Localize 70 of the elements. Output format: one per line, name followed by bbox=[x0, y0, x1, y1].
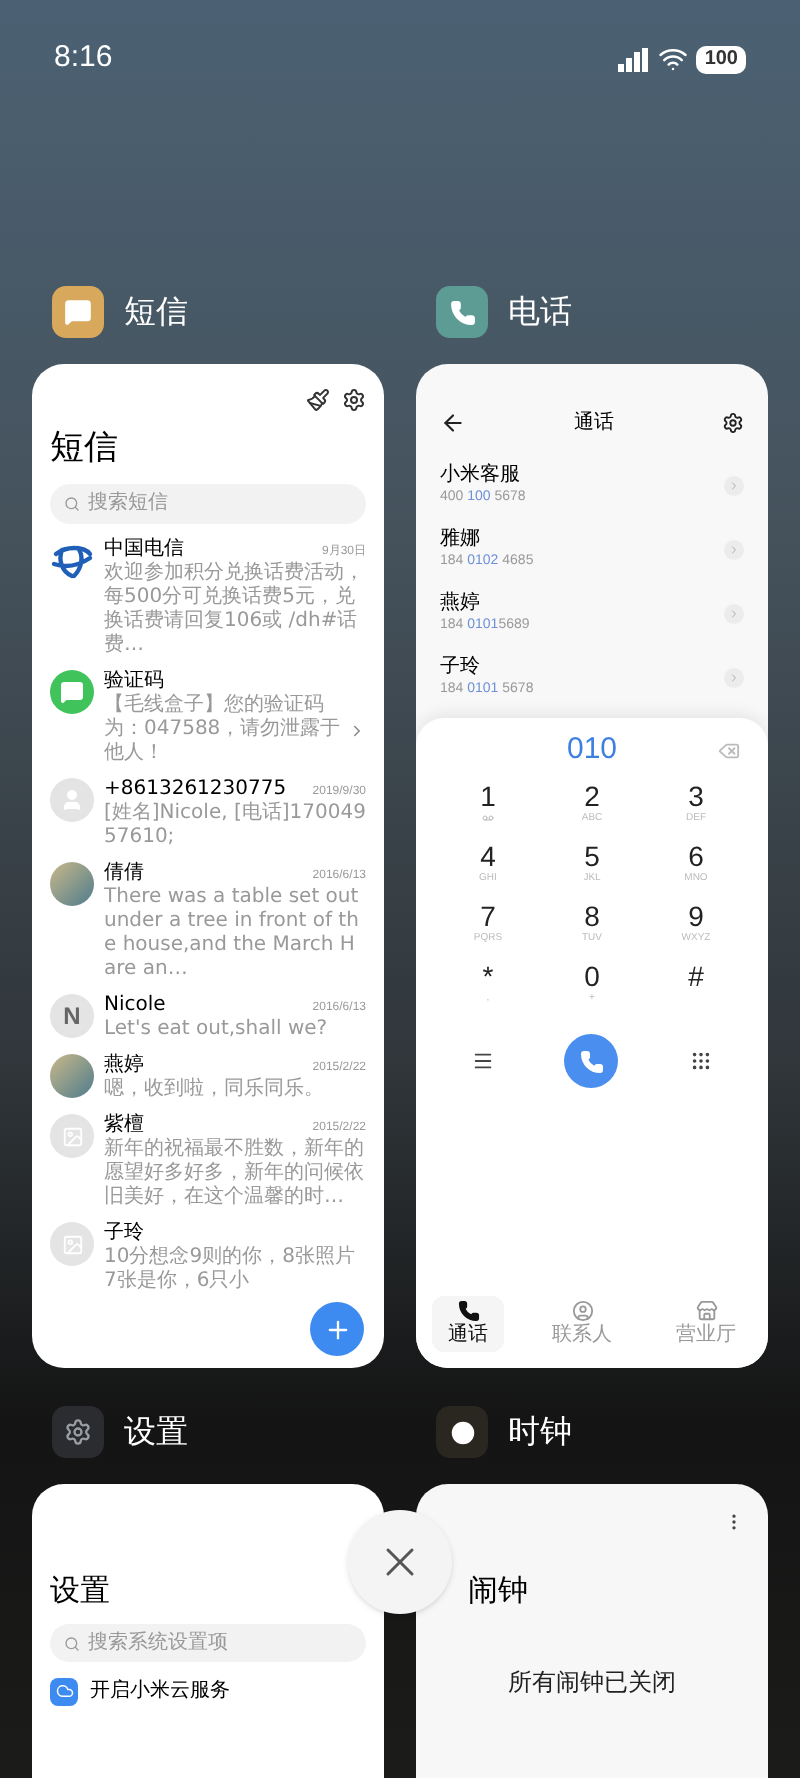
battery-level: 100 bbox=[696, 45, 746, 73]
contact-name: 小米客服 bbox=[440, 464, 522, 488]
dialed-number: 010 bbox=[566, 729, 618, 770]
message-preview: Let's eat out,shall we? bbox=[104, 1018, 330, 1042]
person-avatar-icon bbox=[50, 778, 94, 822]
signal-icon bbox=[618, 47, 651, 71]
app-name: 短信 bbox=[124, 290, 188, 334]
alarm-status: 所有闹钟已关闭 bbox=[506, 1666, 678, 1700]
screen-title: 闹钟 bbox=[466, 1572, 530, 1608]
message-preview: 嗯，收到啦，同乐同乐。 bbox=[104, 1078, 326, 1102]
contact-name: 子玲 bbox=[440, 656, 482, 680]
app-name: 电话 bbox=[508, 290, 572, 334]
call-button[interactable] bbox=[564, 1034, 619, 1088]
bottom-tab[interactable]: 通话 bbox=[432, 1296, 504, 1352]
sender-name: 中国电信 bbox=[104, 538, 184, 561]
screen-title: 短信 bbox=[50, 428, 120, 468]
avatar-icon bbox=[50, 1114, 94, 1158]
app-card[interactable]: 设置 搜索系统设置项 开启小米云服务 bbox=[32, 1484, 384, 1778]
avatar-icon bbox=[50, 1222, 94, 1266]
settings-icon[interactable] bbox=[342, 388, 366, 412]
contact-tab-icon bbox=[571, 1300, 593, 1322]
store-tab-icon bbox=[695, 1300, 717, 1322]
sender-name: 倩倩 bbox=[104, 862, 144, 886]
message-preview: 10分想念9则的你，8张照片7张是你，6只小 bbox=[104, 1246, 357, 1294]
keypad-icon[interactable] bbox=[690, 1050, 713, 1072]
wifi-icon bbox=[658, 44, 689, 74]
sender-name: 燕婷 bbox=[104, 1054, 144, 1078]
sender-name: Nicole bbox=[104, 994, 166, 1018]
message-preview: 新年的祝福最不胜数，新年的愿望好多好多，新年的问候依旧美好，在这个温馨的时… bbox=[104, 1138, 366, 1210]
contact-name: 燕婷 bbox=[440, 592, 482, 616]
sender-name: 紫檀 bbox=[104, 1114, 144, 1137]
cloud-icon bbox=[50, 1677, 78, 1705]
settings-icon[interactable] bbox=[722, 412, 744, 434]
letter-avatar: N bbox=[50, 994, 94, 1038]
app-card[interactable]: 闹钟 所有闹钟已关闭 bbox=[416, 1484, 768, 1778]
chat-avatar-icon bbox=[50, 670, 94, 714]
message-preview: 欢迎参加积分兑换话费活动，每500分可兑换话费5元，兑换话费请回复106或 /dh#话费… bbox=[104, 562, 366, 658]
voicemail-icon bbox=[482, 812, 494, 824]
phone-tab-icon bbox=[457, 1300, 479, 1322]
app-name: 时钟 bbox=[508, 1410, 572, 1454]
search-placeholder: 搜索系统设置项 bbox=[88, 1633, 228, 1653]
status-time: 8:16 bbox=[54, 38, 113, 79]
sender-name: +8613261230775 bbox=[104, 778, 287, 801]
screen-title: 通话 bbox=[574, 409, 614, 438]
message-preview: [姓名]Nicole, [电话]17004957610; bbox=[104, 802, 366, 850]
dial-key[interactable]: # bbox=[644, 962, 748, 1014]
back-icon[interactable] bbox=[440, 410, 466, 436]
chat-bubble-icon[interactable] bbox=[52, 286, 104, 338]
chevron-icon bbox=[348, 721, 366, 739]
photo-placeholder bbox=[50, 1054, 94, 1098]
message-preview: There was a table set out under a tree in front of the house,and the March Hare an… bbox=[104, 886, 361, 982]
search-icon bbox=[64, 496, 80, 512]
screen-title: 设置 bbox=[50, 1572, 112, 1608]
sender-name: 子玲 bbox=[104, 1222, 144, 1246]
message-preview: 【毛线盒子】您的验证码为：047588，请勿泄露于他人！ bbox=[104, 694, 343, 766]
phone-icon bbox=[579, 1049, 604, 1073]
search-icon bbox=[64, 1635, 80, 1651]
brush-icon[interactable] bbox=[306, 388, 330, 412]
phone-icon[interactable] bbox=[436, 286, 488, 338]
compose-button[interactable] bbox=[310, 1302, 364, 1356]
search-placeholder: 搜索短信 bbox=[88, 494, 168, 514]
menu-icon[interactable] bbox=[471, 1050, 494, 1072]
app-name: 设置 bbox=[124, 1410, 188, 1454]
settings-item[interactable]: 开启小米云服务 bbox=[90, 1676, 230, 1706]
photo-placeholder bbox=[50, 862, 94, 906]
gear-icon[interactable] bbox=[52, 1406, 104, 1458]
sender-name: 验证码 bbox=[104, 670, 164, 693]
plus-icon bbox=[323, 1315, 351, 1343]
dial-key[interactable]: 1 bbox=[436, 782, 540, 834]
contact-name: 雅娜 bbox=[440, 528, 482, 552]
